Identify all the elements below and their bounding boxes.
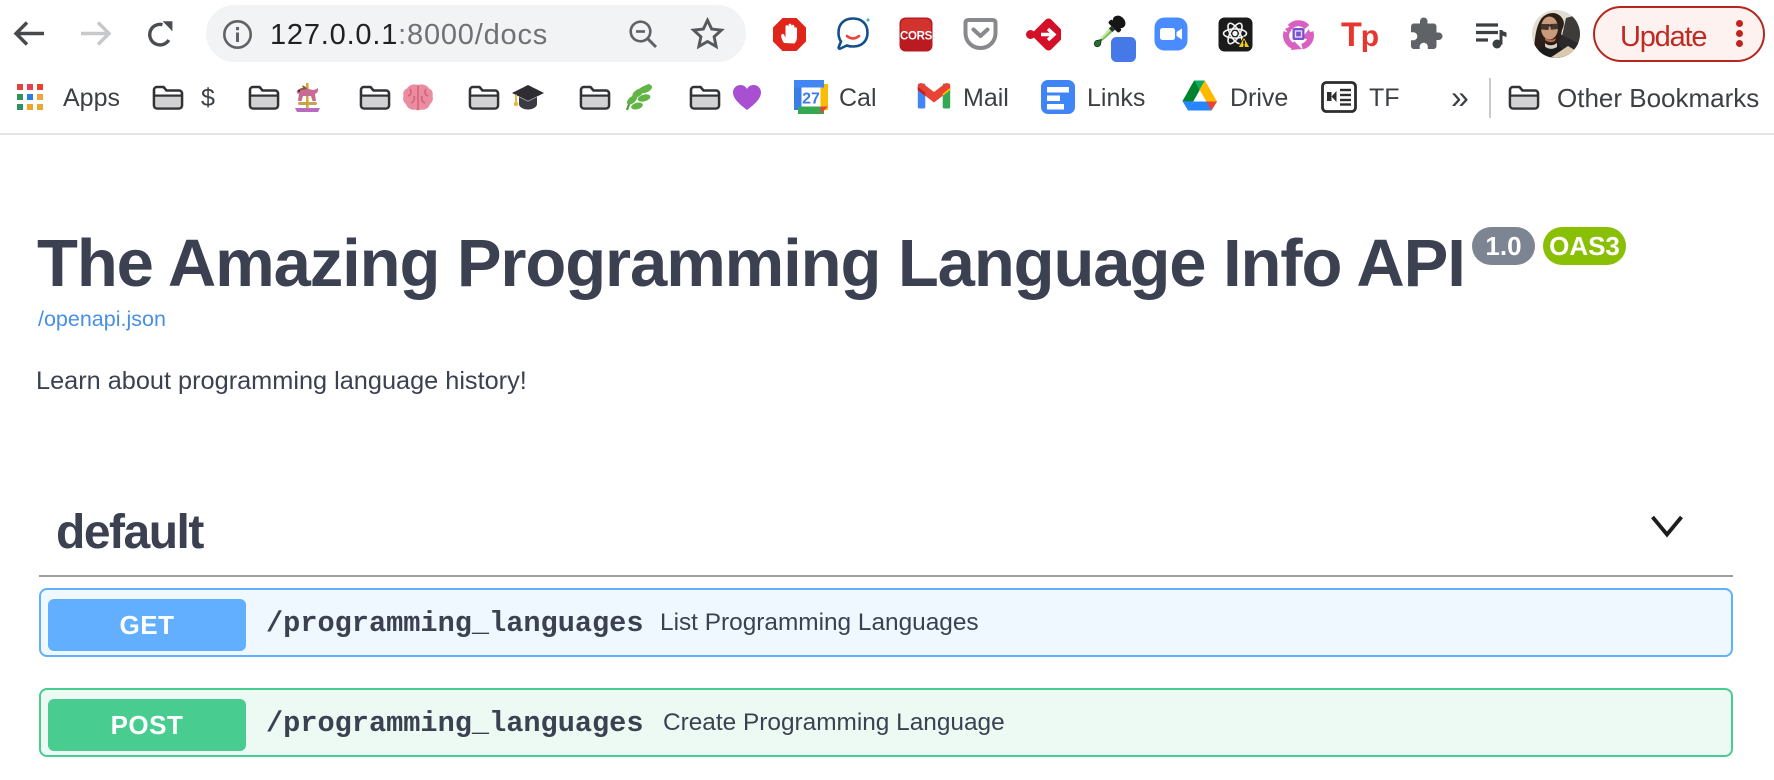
svg-text:CORS: CORS xyxy=(900,31,933,43)
svg-text:27: 27 xyxy=(802,91,820,108)
